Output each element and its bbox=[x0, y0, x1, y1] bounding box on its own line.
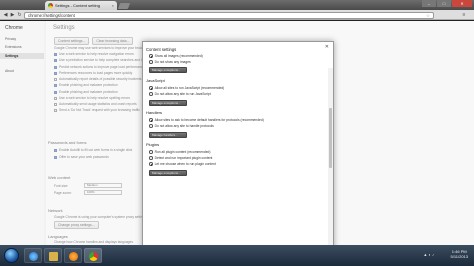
option-label: Do not allow any site to handle protocol… bbox=[154, 124, 214, 128]
radio-button[interactable] bbox=[149, 162, 153, 166]
system-tray-icons[interactable]: ▲ ◐ ♪ bbox=[423, 252, 434, 257]
explorer-taskbar-icon[interactable] bbox=[44, 248, 62, 263]
address-bar[interactable]: chrome://settings/content ☆ bbox=[24, 11, 434, 19]
sidebar-item-about[interactable]: About bbox=[0, 69, 44, 73]
settings-sidebar: Chrome Privacy Extensions Settings About bbox=[0, 21, 44, 245]
plugins-option[interactable]: Run all plugin content (recommended) bbox=[149, 150, 211, 154]
handlers-heading: Handlers bbox=[146, 110, 163, 115]
dialog-close-icon[interactable]: ✕ bbox=[325, 44, 329, 50]
title-bar: Settings - Content setting × – □ ✕ bbox=[0, 0, 474, 10]
clock-date: 5/11/2013 bbox=[450, 254, 469, 259]
windows-taskbar: ▲ ◐ ♪ 1:46 PM 5/11/2013 bbox=[0, 245, 474, 266]
radio-button[interactable] bbox=[149, 156, 153, 160]
option-label: Do not show any images bbox=[154, 60, 191, 64]
plugins-option[interactable]: Let me choose when to run plugin content bbox=[149, 162, 216, 166]
back-arrow-icon[interactable]: ◀ bbox=[2, 12, 9, 18]
option-label: Run all plugin content (recommended) bbox=[154, 150, 211, 154]
close-window-button[interactable]: ✕ bbox=[452, 0, 472, 7]
plugins-heading: Plugins bbox=[146, 142, 160, 147]
handlers-option[interactable]: Allow sites to ask to become default han… bbox=[149, 118, 264, 122]
option-label: Show all images (recommended) bbox=[154, 54, 203, 58]
radio-button[interactable] bbox=[149, 92, 153, 96]
radio-button[interactable] bbox=[149, 54, 153, 58]
handlers-option[interactable]: Do not allow any site to handle protocol… bbox=[149, 124, 214, 128]
reload-icon[interactable]: ↻ bbox=[16, 12, 23, 18]
sidebar-item-settings[interactable]: Settings bbox=[0, 53, 44, 59]
manage-handlers-button[interactable]: Manage handlers... bbox=[149, 132, 187, 138]
images-manage-exceptions-button[interactable]: Manage exceptions... bbox=[149, 67, 187, 73]
javascript-option[interactable]: Do not allow any site to run JavaScript bbox=[149, 92, 211, 96]
browser-toolbar: ◀ ▶ ↻ chrome://settings/content ☆ ≡ bbox=[0, 10, 474, 20]
window-controls: – □ ✕ bbox=[422, 0, 472, 7]
radio-button[interactable] bbox=[149, 118, 153, 122]
sidebar-item-extensions[interactable]: Extensions bbox=[0, 45, 44, 49]
bookmark-star-icon[interactable]: ☆ bbox=[426, 13, 430, 18]
start-button-icon[interactable] bbox=[4, 248, 19, 263]
dialog-title: Content settings bbox=[146, 47, 177, 52]
javascript-option[interactable]: Allow all sites to run JavaScript (recom… bbox=[149, 86, 224, 90]
forward-arrow-icon[interactable]: ▶ bbox=[9, 12, 16, 18]
option-label: Detect and run important plugin content bbox=[154, 156, 213, 160]
images-option[interactable]: Show all images (recommended) bbox=[149, 54, 203, 58]
scrollbar-thumb[interactable] bbox=[329, 108, 332, 168]
chrome-favicon-icon bbox=[48, 3, 53, 8]
plugins-option[interactable]: Detect and run important plugin content bbox=[149, 156, 212, 160]
tab-close-icon[interactable]: × bbox=[112, 1, 114, 10]
minimize-button[interactable]: – bbox=[422, 0, 436, 7]
media-player-taskbar-icon[interactable] bbox=[64, 248, 82, 263]
chrome-taskbar-icon[interactable] bbox=[84, 248, 102, 263]
radio-button[interactable] bbox=[149, 60, 153, 64]
new-tab-button[interactable] bbox=[117, 3, 131, 9]
wrench-menu-icon[interactable]: ≡ bbox=[460, 12, 468, 18]
images-option[interactable]: Do not show any images bbox=[149, 60, 191, 64]
option-label: Allow all sites to run JavaScript (recom… bbox=[154, 86, 225, 90]
radio-button[interactable] bbox=[149, 124, 153, 128]
maximize-button[interactable]: □ bbox=[437, 0, 451, 7]
taskbar-clock[interactable]: 1:46 PM 5/11/2013 bbox=[451, 249, 469, 259]
dialog-scrollbar[interactable] bbox=[328, 68, 333, 255]
tab-title: Settings - Content setting bbox=[55, 3, 100, 8]
settings-page: Chrome Privacy Extensions Settings About… bbox=[0, 21, 474, 256]
ie-taskbar-icon[interactable] bbox=[24, 248, 42, 263]
address-url: chrome://settings/content bbox=[28, 12, 75, 18]
browser-tab[interactable]: Settings - Content setting × bbox=[45, 1, 117, 10]
content-settings-dialog: Content settings ✕ Show all images (reco… bbox=[142, 41, 334, 256]
javascript-manage-exceptions-button[interactable]: Manage exceptions... bbox=[149, 100, 187, 106]
option-label: Do not allow any site to run JavaScript bbox=[154, 92, 211, 96]
radio-button[interactable] bbox=[149, 150, 153, 154]
javascript-heading: JavaScript bbox=[146, 78, 165, 83]
plugins-manage-exceptions-button[interactable]: Manage exceptions... bbox=[149, 170, 187, 176]
radio-button[interactable] bbox=[149, 86, 153, 90]
option-label: Allow sites to ask to become default han… bbox=[154, 118, 264, 122]
sidebar-brand: Chrome bbox=[5, 25, 23, 31]
sidebar-item-privacy[interactable]: Privacy bbox=[0, 37, 44, 41]
option-label: Let me choose when to run plugin content bbox=[154, 162, 216, 166]
